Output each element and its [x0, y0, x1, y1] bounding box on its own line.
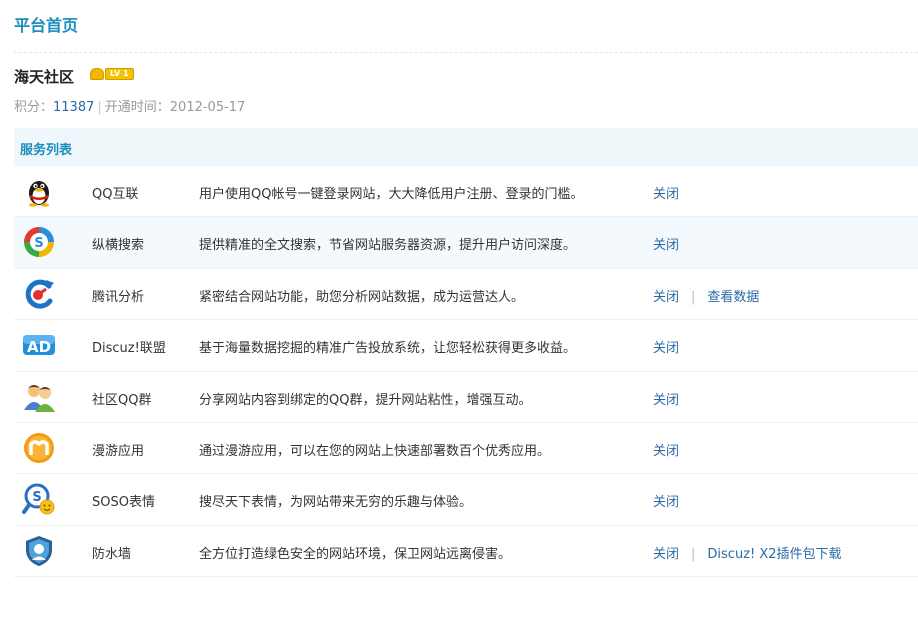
- service-description: 紧密结合网站功能，助您分析网站数据，成为运营达人。: [199, 289, 525, 305]
- qq-penguin-icon: [29, 181, 49, 207]
- service-actions: 关闭: [653, 337, 679, 356]
- level-crown-icon: [90, 68, 104, 80]
- svg-text:S: S: [32, 490, 41, 505]
- close-service-link[interactable]: 关闭: [653, 393, 679, 408]
- service-name: 腾讯分析: [92, 289, 145, 305]
- tencent-analytics-icon: [25, 279, 54, 309]
- action-separator: |: [691, 289, 696, 305]
- service-list: QQ互联 用户使用QQ帐号一键登录网站，大大降低用户注册、登录的门槛。 关闭 S…: [14, 166, 918, 578]
- service-name: 纵横搜索: [92, 238, 145, 254]
- soso-search-icon: S: [24, 227, 54, 258]
- close-service-link[interactable]: 关闭: [653, 495, 679, 510]
- service-row-ad-union: AD Discuz!联盟 基于海量数据挖掘的精准广告投放系统，让您轻松获得更多收…: [14, 320, 918, 372]
- close-service-link[interactable]: 关闭: [653, 341, 679, 356]
- service-row-manyou: 漫游应用 通过漫游应用，可以在您的网站上快速部署数百个优秀应用。 关闭: [14, 423, 918, 475]
- soso-emoticon-icon: S: [22, 483, 55, 515]
- service-actions: 关闭: [653, 491, 679, 510]
- service-row-analytics: 腾讯分析 紧密结合网站功能，助您分析网站数据，成为运营达人。 关闭 | 查看数据: [14, 269, 918, 321]
- service-row-qq-group: 社区QQ群 分享网站内容到绑定的QQ群，提升网站粘性，增强互动。 关闭: [14, 372, 918, 423]
- svg-text:AD: AD: [27, 338, 51, 356]
- service-description: 基于海量数据挖掘的精准广告投放系统，让您轻松获得更多收益。: [199, 341, 577, 357]
- service-description: 提供精准的全文搜索，节省网站服务器资源，提升用户访问深度。: [199, 238, 577, 254]
- service-list-header: 服务列表: [14, 128, 918, 166]
- header-divider: [14, 52, 918, 53]
- close-service-link[interactable]: 关闭: [653, 290, 679, 305]
- service-description: 搜尽天下表情，为网站带来无穷的乐趣与体验。: [199, 495, 473, 511]
- service-row-firewall: 防水墙 全方位打造绿色安全的网站环境，保卫网站远离侵害。 关闭 | Discuz! …: [14, 526, 918, 578]
- manyou-app-icon: [24, 432, 54, 463]
- service-name: 漫游应用: [92, 443, 145, 459]
- stats-separator: |: [97, 100, 102, 115]
- service-name: SOSO表情: [92, 495, 155, 511]
- firewall-shield-icon: [26, 535, 52, 566]
- svg-text:S: S: [34, 236, 43, 251]
- service-actions: 关闭: [653, 183, 679, 202]
- service-actions: 关闭: [653, 234, 679, 253]
- service-name: Discuz!联盟: [92, 341, 166, 357]
- service-actions: 关闭: [653, 440, 679, 459]
- qq-group-users-icon: [24, 384, 55, 412]
- service-description: 通过漫游应用，可以在您的网站上快速部署数百个优秀应用。: [199, 443, 551, 459]
- service-name: 社区QQ群: [92, 392, 152, 408]
- service-row-soso-emoticons: S SOSO表情 搜尽天下表情，为网站带来无穷的乐趣与体验。 关闭: [14, 474, 918, 526]
- close-service-link[interactable]: 关闭: [653, 444, 679, 459]
- service-description: 全方位打造绿色安全的网站环境，保卫网站远离侵害。: [199, 546, 512, 562]
- service-row-search: S 纵横搜索 提供精准的全文搜索，节省网站服务器资源，提升用户访问深度。 关闭: [14, 217, 918, 269]
- points-label: 积分：: [14, 100, 54, 115]
- opened-date: 2012-05-17: [169, 100, 246, 115]
- opened-label: 开通时间：: [104, 100, 170, 115]
- level-badge-label: LV 1: [105, 68, 134, 80]
- site-name: 海天社区: [14, 68, 75, 86]
- plugin-download-link[interactable]: Discuz! X2插件包下载: [707, 547, 841, 562]
- service-list-title: 服务列表: [20, 143, 73, 158]
- close-service-link[interactable]: 关闭: [653, 187, 679, 202]
- close-service-link[interactable]: 关闭: [653, 547, 679, 562]
- points-value: 11387: [53, 100, 95, 115]
- service-name: QQ互联: [92, 187, 139, 202]
- service-description: 用户使用QQ帐号一键登录网站，大大降低用户注册、登录的门槛。: [199, 187, 584, 202]
- action-separator: |: [691, 546, 696, 562]
- service-name: 防水墙: [92, 546, 132, 562]
- ad-union-icon: AD: [23, 335, 55, 356]
- service-row-qq-connect: QQ互联 用户使用QQ帐号一键登录网站，大大降低用户注册、登录的门槛。 关闭: [14, 166, 918, 218]
- level-badge: LV 1: [90, 67, 134, 81]
- service-description: 分享网站内容到绑定的QQ群，提升网站粘性，增强互动。: [199, 392, 532, 408]
- view-data-link[interactable]: 查看数据: [707, 290, 759, 305]
- site-stats: 积分：11387 | 开通时间：2012-05-17: [14, 96, 245, 115]
- service-actions: 关闭 | 查看数据: [653, 286, 759, 305]
- service-actions: 关闭: [653, 389, 679, 408]
- page-title: 平台首页: [14, 16, 79, 35]
- close-service-link[interactable]: 关闭: [653, 238, 679, 253]
- service-actions: 关闭 | Discuz! X2插件包下载: [653, 543, 842, 562]
